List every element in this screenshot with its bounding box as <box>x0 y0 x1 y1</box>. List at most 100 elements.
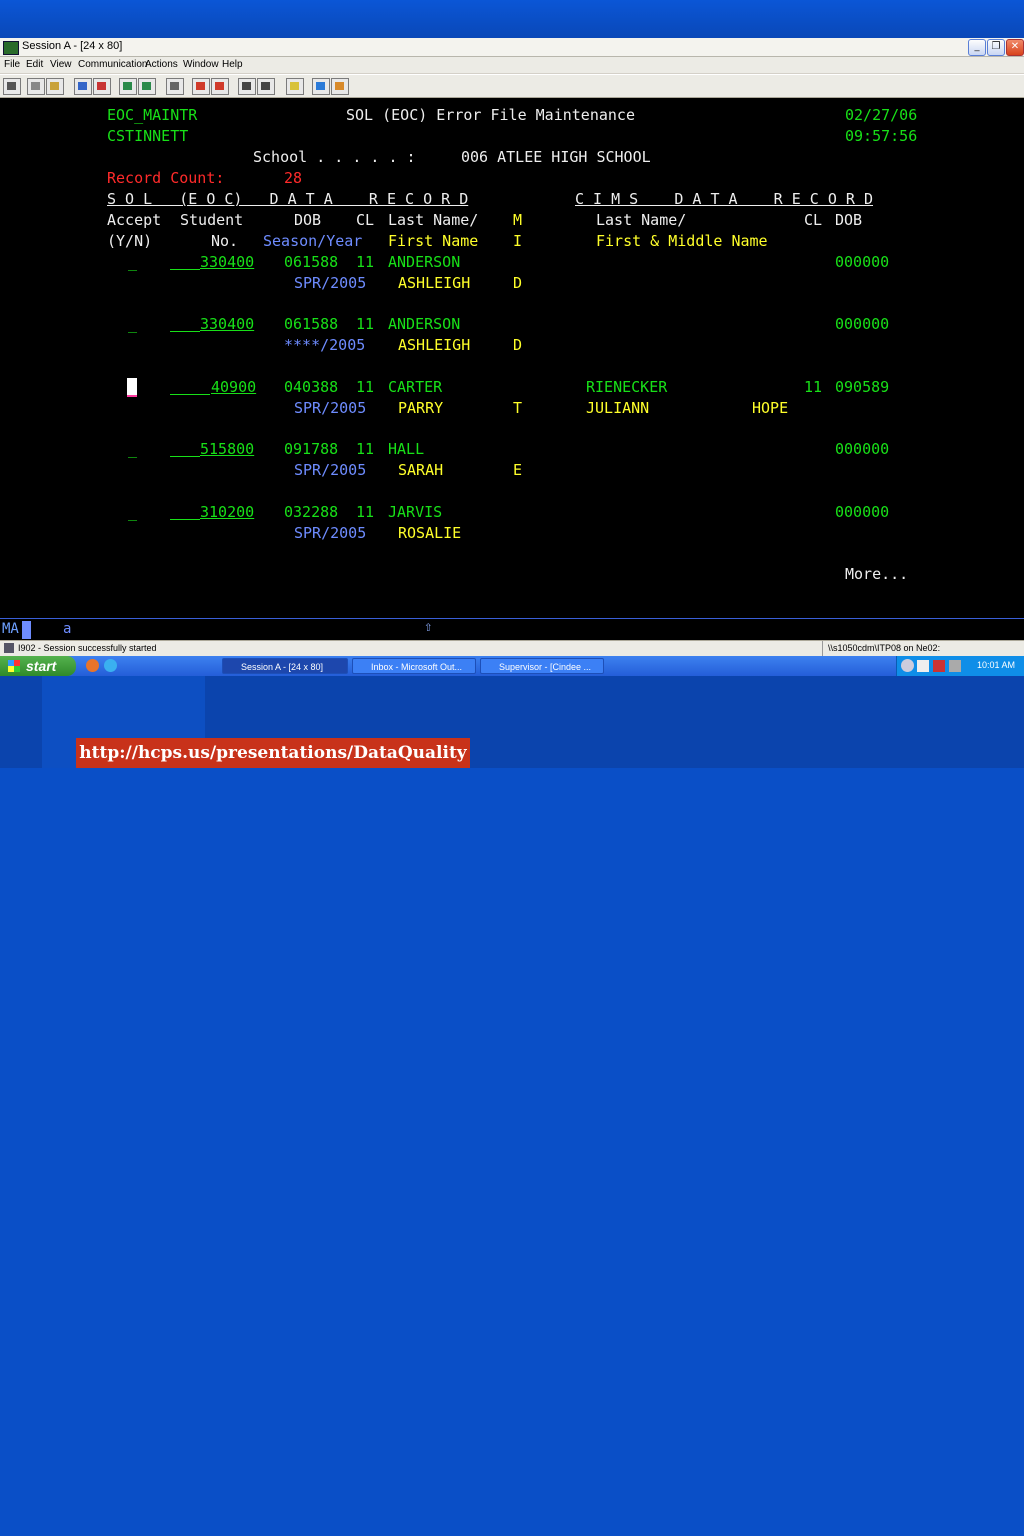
school-label: School . . . . . : <box>253 148 416 166</box>
dob: 032288 <box>284 503 339 521</box>
macro-list-button[interactable] <box>257 78 275 95</box>
col-season-year: Season/Year <box>263 232 363 250</box>
menu-communication[interactable]: Communication <box>78 59 147 70</box>
terminal-cursor[interactable] <box>127 378 137 396</box>
task-supervisor[interactable]: Supervisor - [Cindee ... <box>480 658 604 674</box>
session-app-icon <box>3 41 19 55</box>
season-year: SPR/2005 <box>294 274 367 292</box>
cims-dob: 000000 <box>835 503 890 521</box>
cims-dob: 090589 <box>835 378 890 396</box>
last-name: ANDERSON <box>388 315 461 333</box>
col-dob: DOB <box>294 211 322 229</box>
clipboard-button[interactable] <box>286 78 304 95</box>
print-screen-button[interactable] <box>3 78 21 95</box>
col-no: No. <box>211 232 239 250</box>
menu-actions[interactable]: Actions <box>145 59 178 70</box>
cims-col-last-name: Last Name/ <box>596 211 687 229</box>
col-last-name: Last Name/ <box>388 211 479 229</box>
oia-indicator: a <box>63 621 72 637</box>
help-button[interactable] <box>331 78 349 95</box>
windows-logo-icon <box>8 660 20 672</box>
user-id: CSTINNETT <box>107 127 189 145</box>
student-no-underline <box>170 331 200 332</box>
task-session-a[interactable]: Session A - [24 x 80] <box>222 658 348 674</box>
tray-network-icon[interactable] <box>917 660 929 672</box>
dob: 040388 <box>284 378 339 396</box>
col-i: I <box>513 232 523 250</box>
student-no[interactable]: 40900 <box>211 378 256 396</box>
menu-view[interactable]: View <box>50 59 72 70</box>
student-no[interactable]: 330400 <box>200 253 254 271</box>
minimize-button[interactable]: _ <box>968 39 986 56</box>
student-no[interactable]: 330400 <box>200 315 254 333</box>
paste-button[interactable] <box>46 78 64 95</box>
cims-last-name: RIENECKER <box>586 378 668 396</box>
copy-button[interactable] <box>27 78 45 95</box>
play-macro-button[interactable] <box>238 78 256 95</box>
student-no-underline <box>170 394 210 395</box>
last-name: JARVIS <box>388 503 443 521</box>
title-bar: Session A - [24 x 80] _ ❐ ✕ <box>0 38 1024 57</box>
cims-section-header: C I M S D A T A R E C O R D <box>575 190 874 208</box>
start-label: start <box>26 658 57 674</box>
status-icon <box>4 643 14 653</box>
first-name: ROSALIE <box>398 524 462 542</box>
color-map-button[interactable] <box>166 78 184 95</box>
record-macro-button[interactable] <box>192 78 210 95</box>
status-divider <box>822 641 823 657</box>
class: 11 <box>356 503 375 521</box>
screen-heading: SOL (EOC) Error File Maintenance <box>346 106 635 124</box>
program-id: EOC_MAINTR <box>107 106 198 124</box>
terminal-screen[interactable]: EOC_MAINTR SOL (EOC) Error File Maintena… <box>0 98 1024 618</box>
middle-initial: E <box>513 461 523 479</box>
menu-edit[interactable]: Edit <box>26 59 43 70</box>
cims-dob: 000000 <box>835 253 890 271</box>
student-no[interactable]: 310200 <box>200 503 254 521</box>
keypad-button[interactable] <box>138 78 156 95</box>
first-name: SARAH <box>398 461 444 479</box>
tray-display-icon[interactable] <box>949 660 961 672</box>
receive-file-button[interactable] <box>93 78 111 95</box>
toolbar <box>0 74 1024 98</box>
menu-file[interactable]: File <box>4 59 20 70</box>
status-host: \\s1050cdm\ITP08 on Ne02: <box>828 643 941 653</box>
col-cl: CL <box>356 211 375 229</box>
cims-col-dob: DOB <box>835 211 863 229</box>
task-inbox-outlook[interactable]: Inbox - Microsoft Out... <box>352 658 476 674</box>
col-first-name: First Name <box>388 232 479 250</box>
window-title: Session A - [24 x 80] <box>22 40 123 52</box>
class: 11 <box>356 440 375 458</box>
accept-field[interactable]: _ <box>128 503 137 521</box>
last-name: ANDERSON <box>388 253 461 271</box>
status-message: I902 - Session successfully started <box>18 643 157 653</box>
school-value: 006 ATLEE HIGH SCHOOL <box>461 148 651 166</box>
send-file-button[interactable] <box>74 78 92 95</box>
taskbar-clock: 10:01 AM <box>976 660 1015 670</box>
menu-window[interactable]: Window <box>183 59 219 70</box>
student-no[interactable]: 515800 <box>200 440 254 458</box>
display-button[interactable] <box>119 78 137 95</box>
col-yn: (Y/N) <box>107 232 153 250</box>
accept-field[interactable]: _ <box>128 315 137 333</box>
menu-help[interactable]: Help <box>222 59 243 70</box>
cims-col-first-middle: First & Middle Name <box>596 232 768 250</box>
internet-explorer-icon[interactable] <box>104 659 117 672</box>
tray-toggle-icon[interactable] <box>901 659 914 672</box>
tray-security-icon[interactable] <box>933 660 945 672</box>
record-count-value: 28 <box>284 169 303 187</box>
oia-mode-box <box>22 621 31 639</box>
menu-bar: File Edit View Communication Actions Win… <box>0 57 1024 73</box>
firefox-icon[interactable] <box>86 659 99 672</box>
accept-field[interactable]: _ <box>128 440 137 458</box>
start-button[interactable]: start <box>0 656 76 676</box>
dob: 091788 <box>284 440 339 458</box>
cims-dob: 000000 <box>835 440 890 458</box>
restore-button[interactable]: ❐ <box>987 39 1005 56</box>
globe-icon[interactable] <box>312 78 330 95</box>
cims-col-cl: CL <box>804 211 823 229</box>
stop-macro-button[interactable] <box>211 78 229 95</box>
close-button[interactable]: ✕ <box>1006 39 1024 56</box>
oia-mode: MA <box>2 621 19 637</box>
accept-field[interactable]: _ <box>128 253 137 271</box>
first-name: ASHLEIGH <box>398 274 471 292</box>
